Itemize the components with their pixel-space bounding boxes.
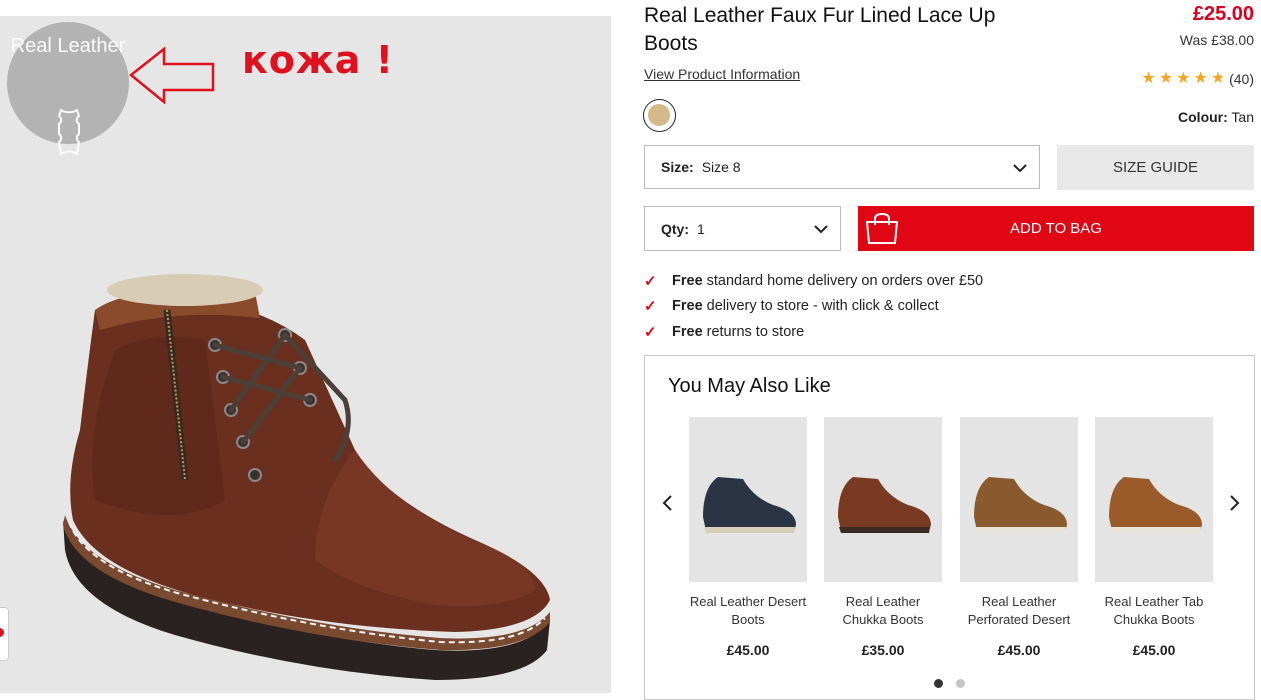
leather-hide-icon [57,108,81,156]
recommendation-price: £45.00 [726,642,770,658]
boot-product-image [63,274,550,680]
chevron-down-icon [1013,164,1027,173]
shoe-thumbnail [1109,477,1202,533]
recommendation-image [824,417,942,582]
annotation-arrow-icon [129,46,215,104]
benefit-text: standard home delivery on orders over £5… [706,272,984,289]
colour-swatch-tan[interactable] [643,99,676,132]
product-image-panel: Real Leather кожа ! [0,0,611,693]
quantity-select-label: Qty: [661,220,689,237]
chevron-left-icon[interactable] [661,493,675,513]
add-to-bag-button[interactable]: ADD TO BAG [858,206,1254,251]
carousel-dot[interactable] [934,679,943,688]
recommendation-image [960,417,1078,582]
recommendation-image [1095,417,1213,582]
size-select[interactable]: Size: Size 8 [644,145,1040,189]
product-title: Real Leather Faux Fur Lined Lace Up Boot… [644,4,996,55]
product-rating[interactable]: ★ ★ ★ ★ ★ (40) [1141,71,1254,88]
checkmark-icon: ✓ [644,272,657,290]
delivery-benefits-list: ✓ Free standard home delivery on orders … [644,268,983,345]
recommendation-price: £35.00 [861,642,905,658]
recommendation-name: Real Leather Chukka Boots [842,594,924,627]
checkmark-icon: ✓ [644,298,657,316]
star-icon: ★ [1141,70,1156,87]
image-top-strip [0,0,611,16]
star-icon: ★ [1176,70,1191,87]
benefit-bold: Free [672,323,703,340]
recommendation-price: £45.00 [997,642,1041,658]
view-product-information-link[interactable]: View Product Information [644,66,800,82]
quantity-select[interactable]: Qty: 1 [644,206,841,251]
recommendation-name: Real Leather Desert Boots [689,594,807,627]
swatch-fill [648,104,670,126]
feedback-dot-icon [0,628,4,637]
quantity-select-value: 1 [697,220,705,237]
badge-text: Real Leather [10,35,126,57]
checkmark-icon: ✓ [644,323,657,341]
colour-label-key: Colour: [1178,109,1228,125]
recommendation-image [689,417,807,582]
side-feedback-tab[interactable] [0,607,9,661]
recommendations-title: You May Also Like [668,375,831,397]
shoe-thumbnail [974,477,1067,533]
add-to-bag-label: ADD TO BAG [1010,220,1102,237]
size-guide-button[interactable]: SIZE GUIDE [1057,145,1254,190]
review-count: (40) [1229,71,1254,87]
benefit-text: returns to store [706,323,805,340]
benefit-item: ✓ Free returns to store [644,319,983,345]
recommendation-card[interactable]: Real Leather Tab Chukka Boots £45.00 [1095,417,1213,658]
chevron-right-icon[interactable] [1227,493,1241,513]
chevron-down-icon [814,225,828,234]
benefit-item: ✓ Free standard home delivery on orders … [644,268,983,294]
annotation-text: кожа ! [242,38,394,82]
recommendation-name: Real Leather Tab Chukka Boots [1104,594,1204,627]
shoe-thumbnail [703,477,796,533]
benefit-item: ✓ Free delivery to store - with click & … [644,294,983,320]
benefit-bold: Free [672,272,703,289]
recommendation-name: Real Leather Perforated Desert [967,594,1071,627]
colour-value: Tan [1231,109,1254,125]
star-icon: ★ [1193,70,1208,87]
benefit-bold: Free [672,298,703,315]
carousel-pagination [934,679,965,688]
star-icon: ★ [1210,70,1226,87]
real-leather-badge: Real Leather [7,22,129,156]
star-icon: ★ [1158,70,1174,87]
recommendation-card[interactable]: Real Leather Perforated Desert £45.00 [960,417,1078,658]
size-select-value: Size 8 [701,159,741,175]
shopping-bag-icon [865,212,899,244]
recommendation-card[interactable]: Real Leather Chukka Boots £35.00 [824,417,942,658]
product-price: £25.00 [1192,3,1254,25]
size-select-label: Size: [661,159,694,175]
benefit-text: delivery to store - with click & collect [706,298,939,315]
carousel-dot[interactable] [956,679,965,688]
rating-stars: ★ ★ ★ ★ ★ [1141,71,1225,87]
recommendation-price: £45.00 [1132,642,1176,658]
shoe-thumbnail [838,477,931,533]
was-price: Was £38.00 [1179,32,1254,48]
you-may-also-like-section: You May Also Like Real Leather Desert Bo… [644,355,1255,700]
colour-label: Colour: Tan [1178,109,1254,125]
recommendation-card[interactable]: Real Leather Desert Boots £45.00 [689,417,807,658]
